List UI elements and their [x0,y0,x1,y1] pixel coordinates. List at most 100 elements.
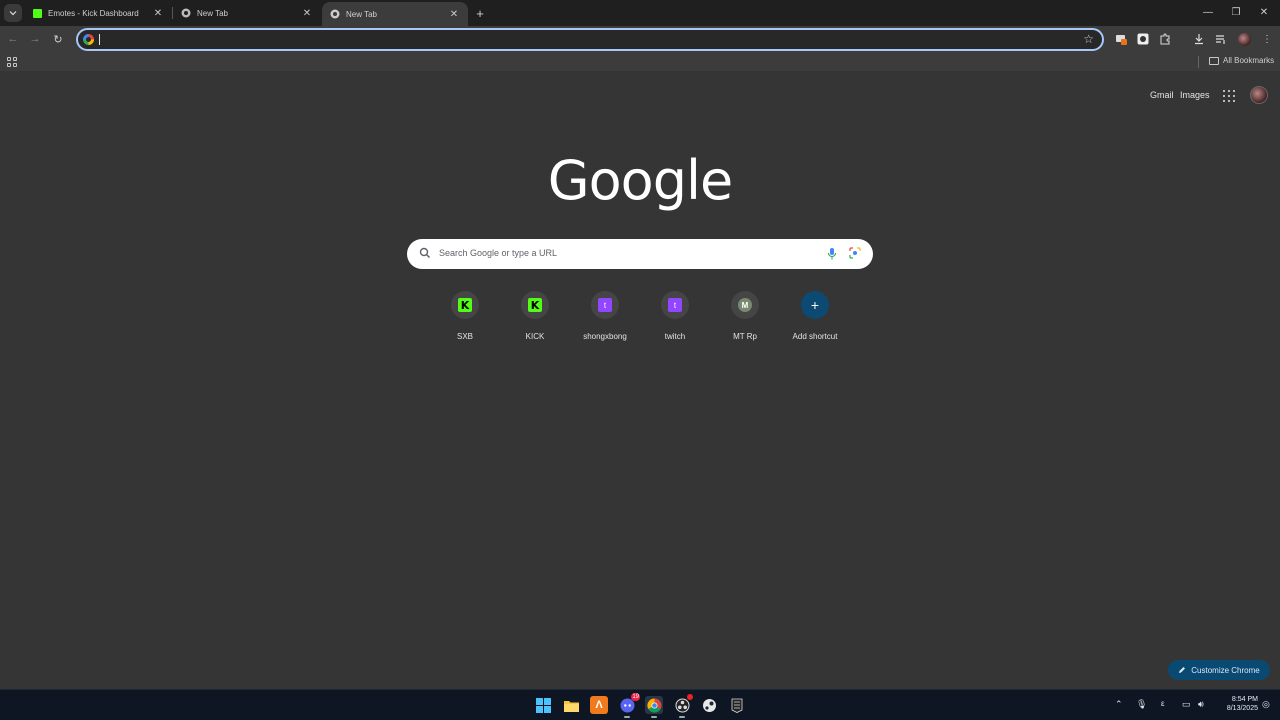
windows-logo-icon [535,697,551,713]
extension-icon-1[interactable] [1114,32,1128,46]
plus-icon: + [801,291,829,319]
close-icon: ✕ [1259,6,1269,18]
search-icon [419,247,431,259]
shortcut-kick[interactable]: K KICK [500,291,570,351]
shortcut-label: MT Rp [733,332,757,341]
tab-title: Emotes - Kick Dashboard [48,8,139,18]
google-apps-icon[interactable] [1223,90,1235,102]
taskbar-clock[interactable]: 8:54 PM 8/13/2025 [1214,695,1258,713]
tray-overflow-icon[interactable]: ⌃ [1115,699,1123,710]
text-caret [99,34,100,45]
volume-icon[interactable]: 🔊︎ [1198,699,1204,710]
profile-avatar-icon[interactable] [1237,32,1251,46]
chrome-taskbar-button[interactable] [645,696,663,718]
images-link[interactable]: Images [1180,90,1210,100]
add-shortcut-button[interactable]: + Add shortcut [780,291,850,351]
epic-games-button[interactable] [728,696,746,714]
twitch-icon: t [668,298,682,312]
file-explorer-button[interactable] [562,696,580,714]
close-tab-icon[interactable]: ✕ [301,7,313,19]
shortcut-tile: K [451,291,479,319]
address-bar[interactable]: ☆ [76,28,1104,51]
tab-title: New Tab [346,9,377,19]
pencil-icon [1179,667,1186,673]
back-arrow-icon: ← [7,33,19,45]
start-button[interactable] [534,696,552,714]
reload-icon: ↻ [53,33,63,46]
search-box[interactable]: Search Google or type a URL [407,239,873,269]
tab-search-button[interactable] [4,4,22,22]
close-window-button[interactable]: ✕ [1252,4,1276,20]
shortcut-twitch[interactable]: t twitch [640,291,710,351]
all-bookmarks-button[interactable]: All Bookmarks [1209,56,1274,65]
customize-chrome-button[interactable]: Customize Chrome [1168,660,1270,680]
shortcut-shongxbong[interactable]: t shongxbong [570,291,640,351]
clock-time: 8:54 PM [1231,696,1258,703]
google-logo: Google [547,149,733,212]
discord-button[interactable]: 19 [618,693,640,718]
kick-icon: K [528,298,542,312]
chrome-icon [330,9,340,19]
media-controls-icon[interactable] [1214,32,1228,46]
steam-button[interactable] [700,696,718,714]
notification-icon[interactable]: ◎ [1262,699,1270,710]
shortcut-label: twitch [664,332,686,341]
shortcut-sxb[interactable]: K SXB [430,291,500,351]
minimize-button[interactable]: — [1196,4,1220,20]
clock-date: 8/13/2025 [1226,705,1258,712]
lens-search-icon[interactable] [849,247,861,259]
tab-new-tab-active[interactable]: New Tab ✕ [322,2,468,26]
app-a-icon: Λ [595,699,603,711]
shortcut-label: Add shortcut [792,332,838,341]
download-icon[interactable] [1192,32,1206,46]
microphone-icon[interactable]: 🎙︎ [1136,699,1147,710]
restore-button[interactable]: ❐ [1224,4,1248,20]
letter-avatar-icon: M [738,298,752,312]
obs-button[interactable] [673,694,693,718]
toolbar: ← → ↻ ☆ ⋮ [0,26,1280,53]
forward-arrow-icon: → [29,33,41,45]
bookmarks-bar: All Bookmarks [0,53,1280,71]
back-button[interactable]: ← [5,31,21,47]
close-tab-icon[interactable]: ✕ [152,7,164,19]
folder-icon [563,700,579,712]
account-avatar[interactable] [1250,86,1268,104]
steam-icon [702,698,716,712]
twitch-icon: t [598,298,612,312]
tab-strip: Emotes - Kick Dashboard ✕ New Tab ✕ New … [0,0,1280,26]
discord-badge: 19 [631,693,640,701]
extension-icon-2[interactable] [1136,32,1150,46]
forward-button[interactable]: → [27,31,43,47]
new-tab-button[interactable]: + [472,5,488,21]
search-placeholder: Search Google or type a URL [439,248,558,258]
gmail-link[interactable]: Gmail [1150,90,1174,100]
language-indicator[interactable]: ε [1161,699,1165,708]
kick-icon: K [458,298,472,312]
all-bookmarks-label: All Bookmarks [1223,56,1275,65]
more-menu-icon[interactable]: ⋮ [1260,32,1274,46]
customize-label: Customize Chrome [1191,665,1260,675]
bookmark-star-icon[interactable]: ☆ [1083,32,1094,46]
chrome-icon [181,8,191,18]
voice-search-icon[interactable] [827,247,837,261]
shortcut-label: shongxbong [583,332,627,341]
tab-new-tab-1[interactable]: New Tab ✕ [173,0,321,26]
extensions-puzzle-icon[interactable] [1158,32,1172,46]
obs-icon [675,698,689,712]
shortcut-tile: t [591,291,619,319]
epic-games-icon [731,698,743,713]
plus-icon: + [476,5,484,21]
tab-emotes-kick[interactable]: Emotes - Kick Dashboard ✕ [24,0,172,26]
app-orange-button[interactable]: Λ [590,696,608,714]
apps-grid-icon[interactable] [7,57,17,67]
network-icon[interactable]: ▭ [1182,699,1191,710]
minimize-icon: — [1203,6,1213,18]
shortcut-tile: K [521,291,549,319]
chevron-down-icon [9,11,17,16]
recording-dot-icon [687,694,693,700]
close-tab-icon[interactable]: ✕ [448,8,460,20]
reload-button[interactable]: ↻ [50,31,66,47]
google-g-icon [83,34,94,45]
shortcut-mt-rp[interactable]: M MT Rp [710,291,780,351]
shortcut-tile: M [731,291,759,319]
